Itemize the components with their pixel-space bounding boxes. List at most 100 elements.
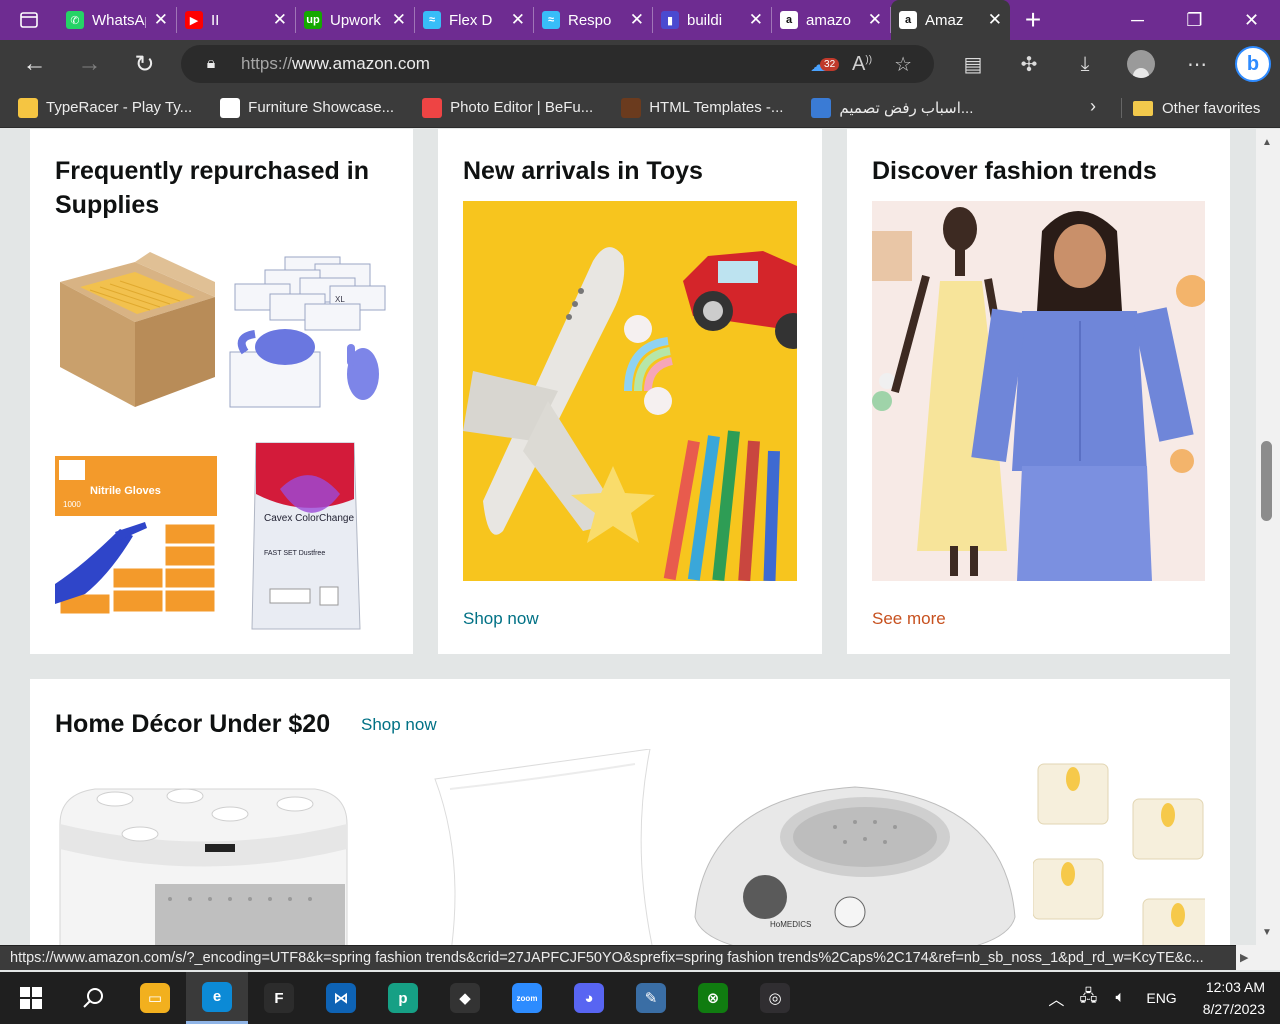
white-noise-machine-product[interactable] — [55, 774, 355, 945]
favorite-item[interactable]: Furniture Showcase... — [202, 97, 404, 118]
close-tab-icon[interactable]: ✕ — [988, 10, 1002, 30]
scroll-right-icon[interactable]: ▶ — [1236, 945, 1280, 970]
toys-banner-image[interactable] — [463, 201, 797, 581]
favorite-label: اسباب رفض تصميم... — [839, 99, 974, 117]
avatar — [1127, 50, 1155, 78]
close-tab-icon[interactable]: ✕ — [630, 10, 644, 30]
youtube-icon: ▶ — [185, 11, 203, 29]
cavex-subtitle: FAST SET Dustfree — [264, 550, 325, 557]
nitrile-gloves-boxes-product[interactable]: XL — [225, 252, 388, 412]
tracker-prevention-button[interactable]: ☁ 32 — [810, 52, 840, 77]
befunky-icon — [422, 97, 443, 118]
lock-icon[interactable]: 🔒︎ — [181, 55, 241, 73]
tab-active[interactable]: a Amaz ✕ — [891, 0, 1010, 40]
toys-shop-now-link[interactable]: Shop now — [463, 609, 539, 629]
taskbar-app-edge[interactable]: e — [186, 972, 248, 1024]
favorite-item[interactable]: Photo Editor | BeFu... — [404, 97, 603, 118]
led-candles-product[interactable] — [1033, 749, 1205, 945]
close-tab-icon[interactable]: ✕ — [154, 10, 168, 30]
close-window-button[interactable]: ✕ — [1223, 0, 1280, 40]
scrollbar-thumb[interactable] — [1261, 441, 1272, 521]
taskbar-app-zoom[interactable]: zoom — [496, 972, 558, 1024]
homedics-brand: HoMEDICS — [770, 920, 811, 929]
windows-logo-icon — [20, 987, 42, 1009]
pillow-product[interactable] — [430, 749, 660, 945]
favorite-item[interactable]: TypeRacer - Play Ty... — [0, 97, 202, 118]
card-fashion: Discover fashion trends See more — [847, 129, 1230, 654]
url-host: www.amazon.com — [292, 54, 430, 73]
favorite-item[interactable]: اسباب رفض تصميم... — [793, 97, 983, 118]
fashion-banner-image[interactable] — [872, 201, 1205, 581]
taskbar-app-discord[interactable]: ◕ — [558, 972, 620, 1024]
extensions-button[interactable]: ✣ — [1001, 52, 1057, 77]
network-icon[interactable]: 🖧︎ — [1072, 985, 1104, 1012]
close-tab-icon[interactable]: ✕ — [273, 10, 287, 30]
taskbar-app-file-explorer[interactable]: ▭ — [124, 972, 186, 1024]
close-tab-icon[interactable]: ✕ — [749, 10, 763, 30]
tab[interactable]: a amazo ✕ — [772, 7, 891, 33]
tab-list: ✆ WhatsApp ✕ ▶ II ✕ up Upwork ✕ ≈ Flex D ✕ ≈ Respo ✕ ▮ b… — [58, 0, 1010, 40]
address-bar[interactable]: 🔒︎ https://www.amazon.com ☁ 32 A)) ☆ — [181, 45, 934, 83]
tab[interactable]: ≈ Respo ✕ — [534, 7, 653, 33]
downloads-button[interactable]: ⤓ — [1057, 53, 1113, 76]
new-tab-button[interactable]: + — [1010, 0, 1056, 40]
m-icon — [220, 97, 241, 118]
start-button[interactable] — [0, 972, 62, 1024]
address-bar-actions: ☁ 32 A)) ☆ — [810, 52, 934, 77]
url-text[interactable]: https://www.amazon.com — [241, 54, 430, 74]
card-title: New arrivals in Toys — [463, 157, 703, 185]
language-indicator[interactable]: ENG — [1136, 990, 1186, 1006]
close-tab-icon[interactable]: ✕ — [392, 10, 406, 30]
clock-time: 12:03 AM — [1205, 979, 1265, 995]
clock[interactable]: 12:03 AM 8/27/2023 — [1187, 976, 1280, 1020]
fashion-see-more-link[interactable]: See more — [872, 609, 946, 629]
glove-box-label: XL — [335, 295, 345, 304]
tab-actions-button[interactable] — [0, 0, 58, 40]
folder-icon — [1133, 100, 1153, 116]
tab[interactable]: ▮ buildi ✕ — [653, 7, 772, 33]
pencil-box-product[interactable] — [55, 252, 217, 412]
tab[interactable]: ▶ II ✕ — [177, 7, 296, 33]
scroll-up-icon[interactable]: ▲ — [1262, 137, 1272, 148]
taskbar-app-xbox[interactable]: ⊗ — [682, 972, 744, 1024]
link-status-bar: https://www.amazon.com/s/?_encoding=UTF8… — [0, 945, 1236, 970]
collections-button[interactable]: ▤ — [945, 52, 1001, 77]
other-favorites-label: Other favorites — [1162, 99, 1261, 117]
settings-menu-button[interactable]: ⋯ — [1169, 52, 1225, 77]
forward-arrow-icon: → — [77, 50, 102, 77]
homedics-sound-machine-product[interactable]: HoMEDICS — [685, 767, 1025, 945]
tab[interactable]: ≈ Flex D ✕ — [415, 7, 534, 33]
refresh-button[interactable]: ↻ — [117, 40, 172, 88]
url-protocol: https:// — [241, 54, 293, 73]
back-button[interactable]: ← — [7, 40, 62, 88]
close-tab-icon[interactable]: ✕ — [868, 10, 882, 30]
chevron-up-icon[interactable]: ︿ — [1040, 986, 1072, 1010]
minimize-button[interactable]: ─ — [1109, 0, 1166, 40]
taskbar-app-vscode[interactable]: ⋈ — [310, 972, 372, 1024]
favorite-item[interactable]: HTML Templates -... — [603, 97, 793, 118]
home-decor-shop-now-link[interactable]: Shop now — [361, 715, 437, 735]
volume-icon[interactable]: 🔈︎ — [1104, 989, 1136, 1007]
cavex-alginate-product[interactable]: Cavex ColorChange FAST SET Dustfree — [250, 439, 362, 634]
favorite-star-icon[interactable]: ☆ — [894, 52, 912, 77]
orange-nitrile-gloves-product[interactable]: 1000 Nitrile Gloves — [55, 454, 217, 619]
taskbar-app-inkscape[interactable]: ◆ — [434, 972, 496, 1024]
chevron-right-icon[interactable]: › — [1090, 96, 1096, 117]
profile-button[interactable] — [1113, 50, 1169, 78]
forward-button[interactable]: → — [62, 40, 117, 88]
close-tab-icon[interactable]: ✕ — [511, 10, 525, 30]
taskbar-app-paint[interactable]: ✎ — [620, 972, 682, 1024]
restore-button[interactable]: ❐ — [1166, 0, 1223, 40]
tab[interactable]: ✆ WhatsApp ✕ — [58, 7, 177, 33]
other-favorites-folder[interactable]: Other favorites — [1133, 88, 1260, 128]
bing-chat-button[interactable]: b — [1225, 46, 1280, 82]
taskbar-app-pycharm-like[interactable]: p — [372, 972, 434, 1024]
scroll-down-icon[interactable]: ▼ — [1262, 927, 1272, 938]
page-scrollbar[interactable]: ▲ ▼ — [1256, 129, 1280, 945]
taskbar-app-figma[interactable]: F — [248, 972, 310, 1024]
taskbar-app-obs[interactable]: ◎ — [744, 972, 806, 1024]
search-icon — [83, 988, 103, 1008]
search-button[interactable] — [62, 972, 124, 1024]
read-aloud-icon[interactable]: A)) — [852, 53, 872, 76]
tab[interactable]: up Upwork ✕ — [296, 7, 415, 33]
